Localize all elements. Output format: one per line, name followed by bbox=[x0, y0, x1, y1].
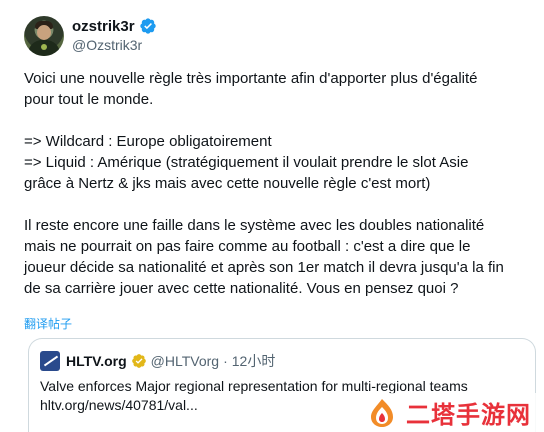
hltv-logo-icon bbox=[40, 351, 60, 371]
site-watermark: 二塔手游网 bbox=[356, 393, 544, 432]
quoted-separator: · bbox=[223, 353, 228, 369]
author-handle[interactable]: @Ozstrik3r bbox=[72, 37, 142, 53]
verified-org-badge-icon bbox=[131, 354, 146, 368]
watermark-text: 二塔手游网 bbox=[406, 401, 531, 429]
verified-badge-icon bbox=[139, 18, 156, 34]
quoted-author-handle: @HLTVorg bbox=[150, 353, 220, 369]
quoted-tweet-header: HLTV.org @HLTVorg · 12小时 bbox=[40, 351, 275, 371]
author-name-row: ozstrik3r bbox=[72, 17, 157, 35]
author-display-name[interactable]: ozstrik3r bbox=[72, 18, 135, 35]
tweet-text: Voici une nouvelle règle très importante… bbox=[24, 70, 504, 297]
tweet: ozstrik3r @Ozstrik3r Voici une nouvelle … bbox=[0, 0, 544, 432]
avatar-team-logo bbox=[41, 44, 47, 50]
flame-logo-icon bbox=[371, 398, 393, 427]
quoted-timestamp: 12小时 bbox=[231, 353, 276, 369]
quoted-author-name: HLTV.org bbox=[66, 353, 127, 369]
avatar[interactable] bbox=[24, 16, 64, 56]
translate-post-link[interactable]: 翻译帖子 bbox=[24, 315, 72, 332]
avatar-face bbox=[37, 25, 51, 40]
